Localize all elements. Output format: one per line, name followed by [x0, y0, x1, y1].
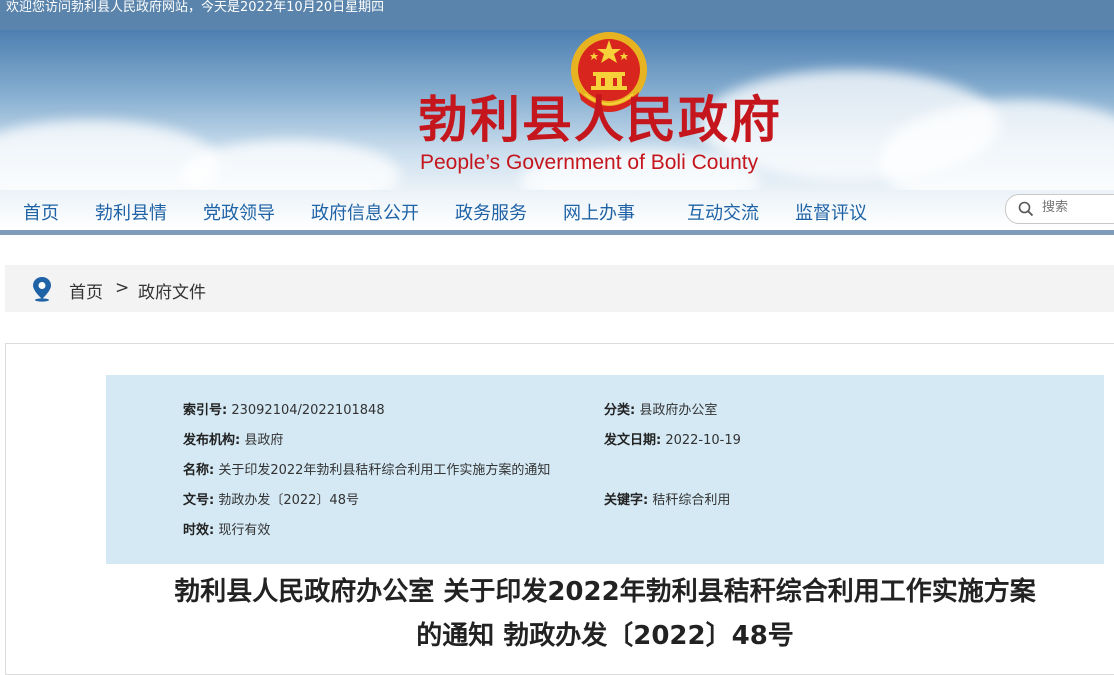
- meta-validity: 时效: 现行有效: [183, 523, 270, 539]
- meta-index-value: 23092104/2022101848: [231, 403, 385, 418]
- nav-item-county-overview[interactable]: 勃利县情: [95, 203, 167, 225]
- meta-doc-number-value: 勃政办发〔2022〕48号: [218, 493, 359, 508]
- meta-name-label: 名称:: [183, 463, 215, 478]
- meta-category: 分类: 县政府办公室: [604, 403, 717, 419]
- meta-publisher-label: 发布机构:: [183, 433, 241, 448]
- document-title: 勃利县人民政府办公室 关于印发2022年勃利县秸秆综合利用工作实施方案 的通知 …: [106, 570, 1104, 658]
- meta-validity-value: 现行有效: [218, 523, 271, 538]
- meta-publisher-value: 县政府: [244, 433, 284, 448]
- breadcrumb-separator: >: [115, 278, 130, 298]
- meta-doc-number: 文号: 勃政办发〔2022〕48号: [183, 493, 359, 509]
- nav-item-leadership[interactable]: 党政领导: [203, 203, 275, 225]
- document-metadata: 索引号: 23092104/2022101848 分类: 县政府办公室 发布机构…: [106, 375, 1104, 564]
- nav-item-gov-info[interactable]: 政府信息公开: [311, 203, 419, 225]
- header-banner: 勃利县人民政府 People’s Government of Boli Coun…: [0, 30, 1114, 190]
- search-box[interactable]: [1005, 194, 1114, 224]
- nav-divider: [0, 230, 1114, 235]
- meta-category-label: 分类:: [604, 403, 636, 418]
- location-pin-icon: [33, 277, 51, 302]
- meta-date-label: 发文日期:: [604, 433, 662, 448]
- welcome-text: 欢迎您访问勃利县人民政府网站，今天是2022年10月20日星期四: [6, 0, 385, 15]
- breadcrumb-home[interactable]: 首页: [69, 278, 103, 303]
- site-title-english: People’s Government of Boli County: [420, 151, 759, 174]
- main-nav: 首页 勃利县情 党政领导 政府信息公开 政务服务 网上办事 互动交流 监督评议: [0, 190, 1114, 230]
- meta-name-value: 关于印发2022年勃利县秸秆综合利用工作实施方案的通知: [218, 463, 551, 478]
- nav-item-supervision[interactable]: 监督评议: [795, 203, 867, 225]
- meta-keyword-value: 秸秆综合利用: [652, 493, 731, 508]
- top-bar: 欢迎您访问勃利县人民政府网站，今天是2022年10月20日星期四: [0, 0, 1114, 30]
- meta-date-value: 2022-10-19: [665, 433, 741, 448]
- nav-item-online-services[interactable]: 网上办事: [563, 203, 635, 225]
- meta-keyword-label: 关键字:: [604, 493, 649, 508]
- document-title-line-2: 的通知 勃政办发〔2022〕48号: [416, 621, 794, 651]
- site-title: 勃利县人民政府: [418, 90, 782, 149]
- meta-category-value: 县政府办公室: [639, 403, 718, 418]
- meta-validity-label: 时效:: [183, 523, 215, 538]
- document-title-line-1: 勃利县人民政府办公室 关于印发2022年勃利县秸秆综合利用工作实施方案: [174, 577, 1036, 607]
- meta-date: 发文日期: 2022-10-19: [604, 433, 741, 449]
- meta-index-label: 索引号:: [183, 403, 228, 418]
- meta-keyword: 关键字: 秸秆综合利用: [604, 493, 730, 509]
- meta-publisher: 发布机构: 县政府: [183, 433, 283, 449]
- meta-name: 名称: 关于印发2022年勃利县秸秆综合利用工作实施方案的通知: [183, 463, 550, 479]
- meta-index: 索引号: 23092104/2022101848: [183, 403, 385, 419]
- search-icon[interactable]: [1018, 201, 1034, 217]
- breadcrumb: 首页 > 政府文件: [5, 265, 1114, 312]
- search-input[interactable]: [1040, 199, 1114, 216]
- nav-item-home[interactable]: 首页: [23, 203, 59, 225]
- nav-item-interaction[interactable]: 互动交流: [687, 203, 759, 225]
- breadcrumb-current[interactable]: 政府文件: [138, 278, 206, 303]
- nav-item-gov-services[interactable]: 政务服务: [455, 203, 527, 225]
- meta-doc-number-label: 文号:: [183, 493, 215, 508]
